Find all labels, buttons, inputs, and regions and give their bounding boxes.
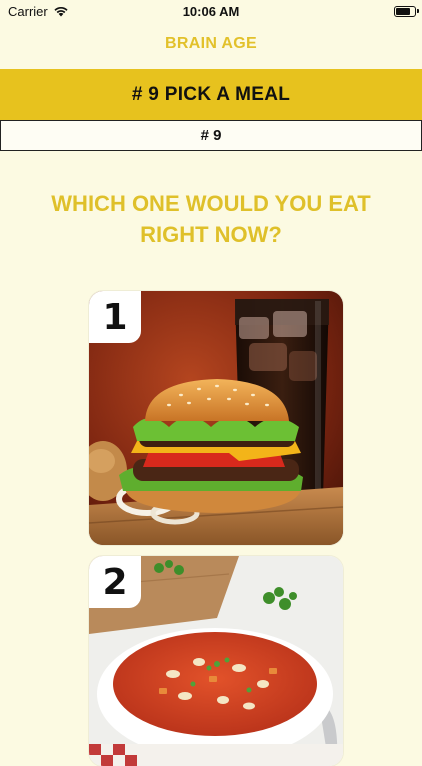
app-title: BRAIN AGE [165,35,257,52]
battery-level [396,7,411,15]
question-text: WHICH ONE WOULD YOU EAT RIGHT NOW? [51,191,371,247]
carrier-label: Carrier [8,3,48,19]
option-card-2[interactable]: 2 [89,556,343,766]
level-title-banner: # 9 PICK A MEAL [0,69,422,120]
option-number-2: 2 [89,556,141,608]
status-left: Carrier [8,4,69,19]
wifi-icon [53,5,69,17]
battery-icon [394,5,419,17]
option-card-1[interactable]: 1 [89,291,343,545]
status-bar: Carrier 10:06 AM [0,0,422,22]
level-number-bar: # 9 [0,120,422,151]
option-number-1: 1 [89,291,141,343]
